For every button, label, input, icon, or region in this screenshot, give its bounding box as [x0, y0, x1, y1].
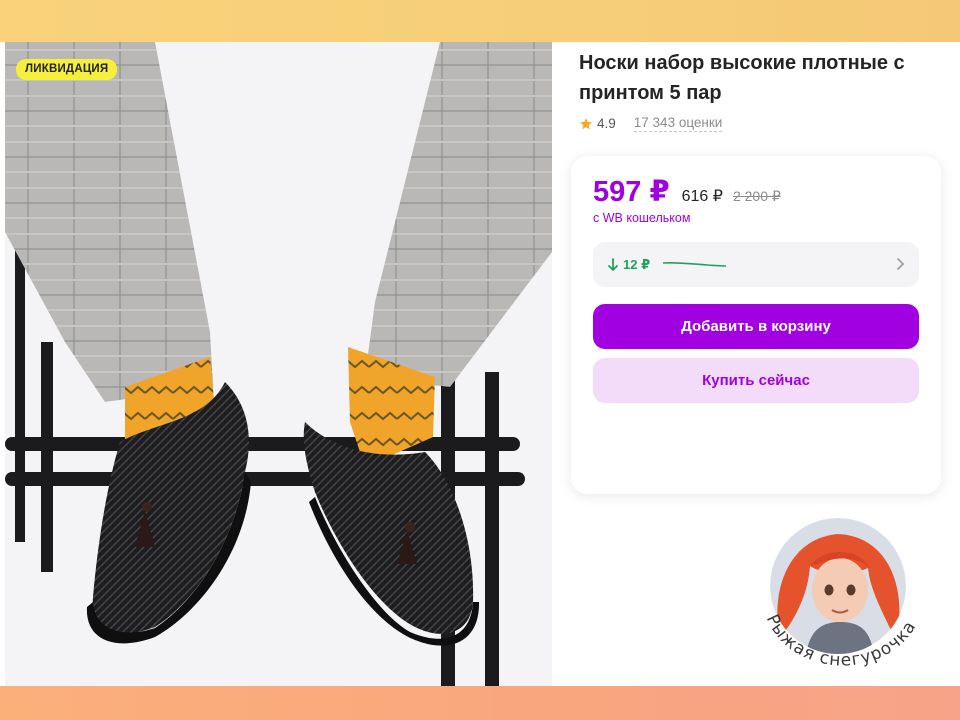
price-trend-row[interactable]: 12 ₽ — [593, 242, 919, 287]
price-trend-value: 12 ₽ — [623, 256, 651, 272]
liquidation-badge: ЛИКВИДАЦИЯ — [16, 59, 118, 80]
reviews-link[interactable]: 17 343 оценки — [633, 115, 723, 132]
buy-now-button[interactable]: Купить сейчас — [593, 358, 919, 403]
price-old: 2 200 ₽ — [732, 188, 781, 204]
price-regular: 616 ₽ — [681, 188, 723, 205]
price-row: 597 ₽ 616 ₽ 2 200 ₽ — [593, 174, 781, 209]
product-title: Носки набор высокие плотные с принтом 5 … — [579, 52, 905, 104]
rating-row: 4.9 17 343 оценки — [579, 115, 723, 132]
chevron-right-icon — [897, 258, 905, 270]
rating-value: 4.9 — [597, 116, 616, 131]
product-photo-illustration — [5, 42, 552, 686]
product-photo[interactable] — [5, 42, 552, 686]
watermark-caption: Рыжая снегурочка — [762, 611, 921, 670]
star-icon — [580, 117, 592, 129]
arrow-down-icon — [608, 257, 618, 271]
watermark-text: Рыжая снегурочка — [762, 611, 920, 670]
top-decor-band — [0, 0, 960, 42]
price-card: 597 ₽ 616 ₽ 2 200 ₽ с WB кошельком 12 ₽ … — [571, 156, 941, 494]
add-to-cart-button[interactable]: Добавить в корзину — [593, 304, 919, 349]
svg-text:Рыжая снегурочка: Рыжая снегурочка — [762, 611, 921, 670]
price-trend-sparkline — [663, 261, 727, 267]
price-wallet: 597 ₽ — [593, 176, 670, 208]
bottom-decor-band — [0, 686, 960, 720]
wallet-note: с WB кошельком — [593, 211, 691, 225]
